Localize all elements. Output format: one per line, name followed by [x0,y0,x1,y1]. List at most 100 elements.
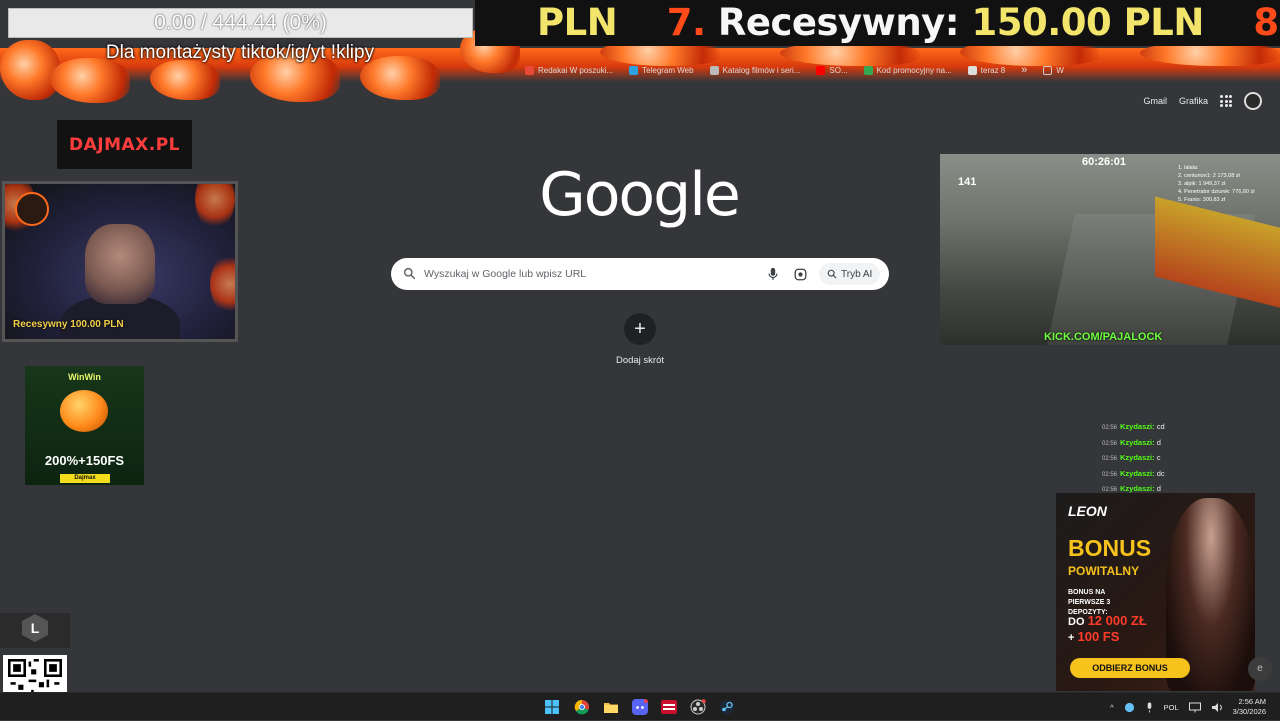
images-link[interactable]: Grafika [1179,96,1208,106]
leon-amount-value: 12 000 ZŁ [1087,613,1147,628]
chat-text: d [1156,437,1161,447]
leon-cta-button[interactable]: ODBIERZ BONUS [1070,658,1190,678]
clock-time: 2:56 AM [1238,697,1266,706]
volume-icon[interactable] [1211,702,1223,713]
overlay-caption: Dla montażysty tiktok/ig/yt !klipy [105,42,375,63]
bookmark-item[interactable]: Katalog filmów i seri... [709,65,801,75]
bookmark-item[interactable]: Telegram Web [629,65,694,75]
bookmark-item[interactable]: Kod promocyjny na... [863,65,952,75]
leaderboard-row: 4. Penetrator dziurek: 776,60 zł [1178,189,1255,195]
clock-date: 3/30/2026 [1232,707,1266,716]
bookmark-folder[interactable]: W [1043,65,1064,75]
windows-start-icon[interactable] [544,699,560,715]
bookmark-favicon-icon [709,65,719,75]
chat-message: 02:56 Kzydaszi: d [1102,436,1165,452]
ticker-item-number: 7. [666,1,706,44]
taskbar-clock[interactable]: 2:56 AM 3/30/2026 [1233,697,1266,717]
ticker-item-name: Recesywny: [717,1,960,44]
steam-icon[interactable] [719,699,735,715]
webcam-label: Recesywny 100.00 PLN [13,319,124,330]
ticker-item-amount: 150.00 PLN [971,1,1205,44]
system-tray: ^ POL 2:56 AM 3/30/2026 [1110,693,1266,721]
winwin-ad[interactable]: WinWin 200%+150FS Dajmax [25,366,144,485]
orange-fruit-icon [60,390,108,432]
ticker-prefix: PLN [537,1,618,44]
bookmark-folder-label: W [1056,65,1064,75]
flame-decoration [50,58,130,103]
network-icon[interactable] [1188,702,1201,713]
voicemod-icon[interactable] [661,699,677,715]
bookmark-label: Telegram Web [642,65,694,75]
winwin-title: WinWin [68,372,101,382]
leon-amount-prefix: DO [1068,616,1085,628]
chat-time: 02:56 [1102,471,1118,478]
stream-leaderboard: 1. lalala: 2. centurion1: 2 173,08 zł 3. … [1178,164,1254,204]
discord-icon[interactable] [632,699,648,715]
leon-ad[interactable]: LEON BONUS POWITALNY BONUS NA PIERWSZE 3… [1056,493,1255,691]
tray-chevron-icon[interactable]: ^ [1110,703,1114,712]
ticker-text: PLN 7. Recesywny: 150.00 PLN 8. H [537,0,1280,46]
chat-time: 02:56 [1102,440,1118,447]
search-input[interactable] [424,258,744,290]
customize-button[interactable]: e [1248,657,1272,681]
microphone-tray-icon[interactable] [1145,702,1154,713]
lens-icon[interactable] [794,268,807,281]
bookmark-favicon-icon [863,65,873,75]
bookmark-label: Redakai W poszuki... [538,65,614,75]
leon-spins-value: 100 FS [1077,629,1120,644]
leaderboard-row: 1. lalala: [1178,165,1199,171]
search-box[interactable]: Tryb AI [391,258,889,290]
language-indicator[interactable]: POL [1164,703,1179,712]
obs-icon[interactable] [690,699,706,715]
chat-user: Kzydaszi: [1120,437,1155,447]
leon-amount: DO 12 000 ZŁ [1068,613,1147,628]
steam-tray-icon[interactable] [1124,702,1135,713]
search-icon [403,267,416,280]
bookmark-item[interactable]: Redakai W poszuki... [525,65,614,75]
chat-message: 02:56 Kzydaszi: cd [1102,420,1165,436]
leon-spins-prefix: + [1068,632,1075,644]
leaderboard-row: 3. alpik: 1 949,37 zł [1178,181,1226,187]
account-avatar[interactable] [1244,92,1262,110]
bookmark-favicon-icon [629,65,639,75]
taskbar: ^ POL 2:56 AM 3/30/2026 [0,692,1280,720]
stream-timer: 60:26:01 [1082,156,1127,168]
ticker-next-number: 8. H [1253,1,1280,44]
ai-mode-button[interactable]: Tryb AI [819,263,881,285]
chat-user: Kzydaszi: [1120,468,1155,478]
chat-text: cd [1156,422,1165,431]
bookmark-label: Kod promocyjny na... [876,65,952,75]
leon-logo: LEON [1068,503,1107,519]
add-shortcut-button[interactable]: + [624,313,656,345]
bookmark-label: SO... [829,65,848,75]
leon-subheadline: POWITALNY [1068,564,1140,578]
bookmarks-bar: Redakai W poszuki... Telegram Web Katalog … [525,58,1280,82]
bookmark-favicon-icon [525,65,534,75]
bookmarks-overflow-button[interactable]: » [1021,64,1027,76]
stream-viewer-count: 141 [958,176,977,188]
bookmark-favicon-icon [967,65,977,75]
file-explorer-icon[interactable] [603,699,619,715]
bookmark-item[interactable]: SO... [816,65,848,75]
apps-grid-icon[interactable] [1220,95,1232,107]
bookmark-favicon-icon [816,65,826,75]
chat-user: Kzydaszi: [1120,453,1155,462]
stream-preview: 141 60:26:01 1. lalala: 2. centurion1: 2… [940,154,1280,345]
donation-goal-text: 0.00 / 444.44 (0%) [154,11,327,34]
chat-text: c [1156,453,1161,462]
chat-message: 02:56 Kzydaszi: c [1102,451,1165,467]
gmail-link[interactable]: Gmail [1143,96,1167,106]
donation-ticker: PLN 7. Recesywny: 150.00 PLN 8. H [475,0,1280,46]
bookmark-item[interactable]: teraz 8 [967,65,1006,75]
chat-text: dc [1156,468,1165,478]
mic-icon[interactable] [767,267,779,281]
winwin-button[interactable]: Dajmax [60,474,110,483]
add-shortcut-label: Dodaj skrót [615,355,665,366]
bookmark-label: teraz 8 [980,65,1006,75]
bookmark-label: Katalog filmów i seri... [722,65,801,75]
winwin-offer: 200%+150FS [44,453,125,468]
ai-mode-icon [827,269,837,279]
chat-time: 02:56 [1102,456,1118,462]
chat-user: Kzydaszi: [1120,422,1155,431]
chrome-icon[interactable] [574,699,590,715]
